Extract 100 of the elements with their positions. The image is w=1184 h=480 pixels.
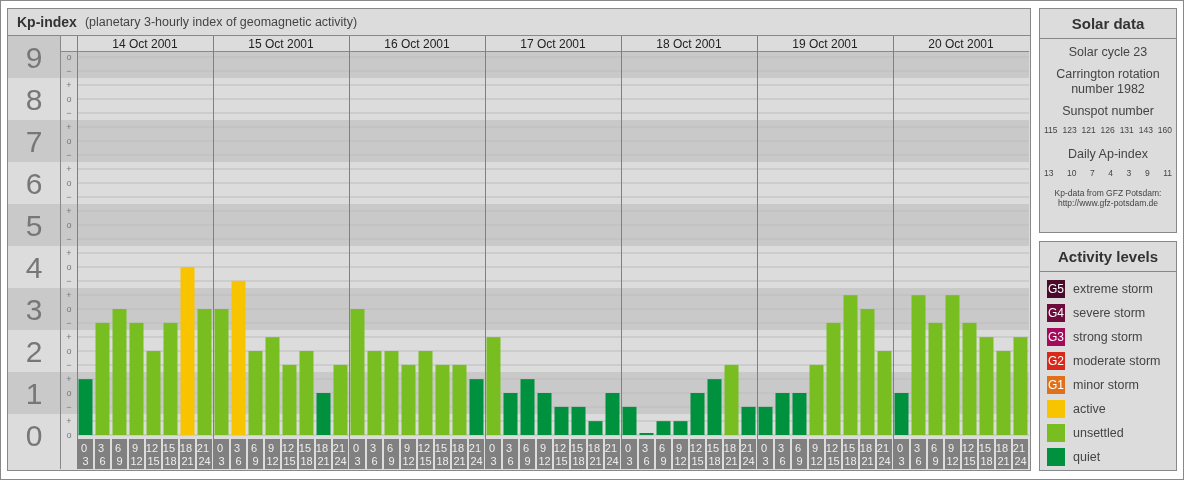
sunspot-value: 115: [1044, 125, 1058, 135]
kp-axis-label: 0: [25, 419, 43, 452]
hour-range-label: 9 12: [129, 439, 144, 469]
hour-range-label: 15 18: [434, 439, 450, 469]
hour-range-label: 12 15: [417, 439, 433, 469]
hour-range-label: 21 24: [332, 439, 348, 469]
hour-range-label: 21 24: [468, 439, 484, 469]
hour-range-label: 0 3: [622, 439, 637, 469]
hour-range-label: 18 21: [723, 439, 739, 469]
date-label: 20 Oct 2001: [928, 37, 994, 51]
kp-bar: [469, 379, 484, 435]
ap-value: 4: [1108, 168, 1114, 178]
kp-axis-label: 4: [25, 251, 43, 284]
hour-range-label: 12 15: [553, 439, 569, 469]
legend-label: strong storm: [1073, 330, 1143, 344]
hour-range-label: 0 3: [350, 439, 365, 469]
sunspot-value: 131: [1119, 125, 1134, 135]
hour-range-label: 21 24: [1012, 439, 1028, 469]
kp-bar: [316, 393, 331, 435]
x-tick-label: 0 3: [216, 442, 225, 467]
x-tick-label: 6 9: [250, 442, 259, 467]
ap-value: 3: [1126, 168, 1132, 178]
hour-range-label: 12 15: [689, 439, 705, 469]
x-tick-label: 0 3: [896, 442, 905, 467]
hour-range-label: 15 18: [978, 439, 994, 469]
legend-label: extreme storm: [1073, 282, 1153, 296]
kp-bar: [809, 364, 824, 435]
ap-value: 13: [1044, 168, 1054, 178]
hour-range-label: 12 15: [961, 439, 977, 469]
carrington-rotation-text: Carrington rotation number 1982: [1055, 67, 1161, 97]
x-tick-label: 3 6: [233, 442, 242, 467]
hour-range-label: 9 12: [673, 439, 688, 469]
kp-bar: [894, 393, 909, 435]
hour-range-label: 9 12: [265, 439, 280, 469]
kp-bar: [758, 406, 773, 435]
legend-label: unsettled: [1073, 426, 1124, 440]
date-label: 15 Oct 2001: [248, 37, 314, 51]
hour-range-label: 18 21: [859, 439, 875, 469]
sub-level-label: +: [66, 206, 72, 216]
hour-range-label: 0 3: [214, 439, 229, 469]
sub-level-label: +: [66, 374, 72, 384]
hour-range-label: 12 15: [281, 439, 297, 469]
hour-range-label: 3 6: [911, 439, 926, 469]
ap-value: 11: [1163, 168, 1172, 178]
hour-range-label: 6 9: [792, 439, 807, 469]
x-tick-label: 3 6: [641, 442, 650, 467]
legend-label: minor storm: [1073, 378, 1139, 392]
legend-swatch: G4: [1047, 304, 1065, 322]
kp-bar: [435, 364, 450, 435]
kp-bar: [605, 393, 620, 435]
legend-label: moderate storm: [1073, 354, 1161, 368]
hour-range-label: 3 6: [367, 439, 382, 469]
panel-title: Kp-index: [17, 14, 77, 30]
hour-range-label: 21 24: [876, 439, 892, 469]
kp-axis-label: 8: [25, 83, 43, 116]
sub-level-label: +: [66, 416, 72, 426]
credit-text: http://www.gfz-potsdam.de: [1057, 198, 1159, 208]
hour-range-label: 6 9: [112, 439, 127, 469]
kp-axis-label: 6: [25, 167, 43, 200]
hour-range-label: 6 9: [656, 439, 671, 469]
sunspot-label: Sunspot number: [1062, 104, 1154, 119]
legend-swatch: G2: [1047, 352, 1065, 370]
x-tick-label: 0 3: [80, 442, 89, 467]
hour-range-label: 0 3: [486, 439, 501, 469]
hour-range-label: 0 3: [758, 439, 773, 469]
hour-range-label: 9 12: [401, 439, 416, 469]
x-tick-label: 3 6: [97, 442, 106, 467]
sub-level-label: +: [66, 122, 72, 132]
hour-range-label: 18 21: [179, 439, 195, 469]
kp-bar: [333, 364, 348, 435]
sub-level-label: −: [66, 318, 72, 328]
sub-level-label: o: [66, 94, 72, 104]
hour-range-label: 15 18: [298, 439, 314, 469]
hour-range-label: 3 6: [775, 439, 790, 469]
hour-range-label: 12 15: [145, 439, 161, 469]
x-tick-label: 6 9: [794, 442, 803, 467]
sub-level-label: −: [66, 360, 72, 370]
ap-value: 10: [1067, 168, 1077, 178]
panel-title: Activity levels: [1040, 242, 1176, 272]
x-tick-label: 0 3: [760, 442, 769, 467]
x-tick-label: 0 3: [488, 442, 497, 467]
sub-level-label: o: [66, 262, 72, 272]
sunspot-value: 123: [1062, 125, 1077, 135]
hour-range-label: 6 9: [928, 439, 943, 469]
sub-level-label: o: [66, 136, 72, 146]
kp-axis-label: 7: [25, 125, 43, 158]
sub-level-label: o: [66, 220, 72, 230]
hour-range-label: 18 21: [587, 439, 603, 469]
date-label: 19 Oct 2001: [792, 37, 858, 51]
sub-level-label: o: [66, 52, 72, 62]
sunspot-value: 126: [1100, 125, 1115, 135]
sub-level-label: +: [66, 332, 72, 342]
sunspot-value: 160: [1157, 125, 1172, 135]
x-tick-label: 3 6: [505, 442, 514, 467]
sub-level-label: −: [66, 66, 72, 76]
hour-range-label: 0 3: [78, 439, 93, 469]
hour-range-label: 21 24: [740, 439, 756, 469]
kp-axis-label: 3: [25, 293, 43, 326]
hour-range-label: 15 18: [570, 439, 586, 469]
hour-range-label: 21 24: [604, 439, 620, 469]
